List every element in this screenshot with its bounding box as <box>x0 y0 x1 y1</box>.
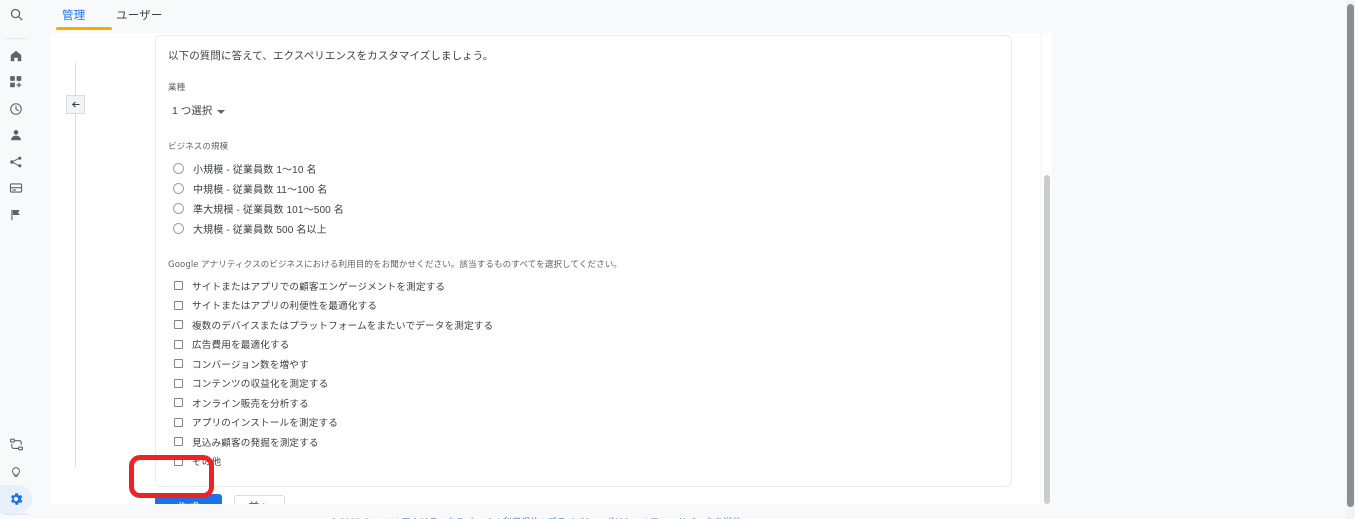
checkbox-label: 複数のデバイスまたはプラットフォームをまたいでデータを測定する <box>192 320 494 332</box>
checkbox-option[interactable]: その他 <box>168 452 1001 472</box>
checkbox-label: サイトまたはアプリでの顧客エンゲージメントを測定する <box>192 281 446 293</box>
page-scrollbar-thumb[interactable] <box>1347 4 1354 507</box>
radio-label: 大規模 - 従業員数 500 名以上 <box>193 224 327 236</box>
checkbox-option[interactable]: サイトまたはアプリでの顧客エンゲージメントを測定する <box>168 276 1001 296</box>
person-icon[interactable] <box>4 123 28 147</box>
page-scrollbar-track[interactable] <box>1346 0 1355 519</box>
radio-small-business[interactable] <box>173 162 184 174</box>
radio-option[interactable]: 準大規模 - 従業員数 101〜500 名 <box>168 198 1001 218</box>
tabbar-hairline <box>32 29 1355 30</box>
radio-large-business[interactable] <box>173 222 184 234</box>
left-icon-rail <box>0 0 32 519</box>
collapse-panel-button[interactable] <box>66 95 85 114</box>
rail-divider <box>6 38 26 39</box>
gear-icon[interactable] <box>4 487 28 511</box>
tab-users-label: ユーザー <box>116 10 163 22</box>
radio-option[interactable]: 中規模 - 従業員数 11〜100 名 <box>168 178 1001 198</box>
checkbox-label: オンライン販売を分析する <box>192 398 309 410</box>
checkbox-label: 広告費用を最適化する <box>192 340 290 352</box>
radio-medium-business[interactable] <box>173 182 184 194</box>
industry-select-value: 1 つ選択 <box>172 105 213 117</box>
checkbox-lead-generation[interactable] <box>174 437 183 447</box>
checkbox-label: 見込み顧客の発掘を測定する <box>192 437 319 449</box>
industry-label: 業種 <box>168 82 186 92</box>
inner-scrollbar-track[interactable] <box>1042 33 1052 504</box>
tab-admin[interactable]: 管理 <box>60 0 87 30</box>
checkbox-optimize-usability[interactable] <box>174 300 183 310</box>
industry-select[interactable]: 1 つ選択 <box>168 103 226 118</box>
footer: © 2023 Google | アナリティクス ホーム | 利用規約 | プライ… <box>32 512 1040 519</box>
radio-label: 中規模 - 従業員数 11〜100 名 <box>193 184 328 196</box>
search-icon[interactable] <box>4 2 28 26</box>
chevron-down-icon <box>217 109 226 114</box>
workflow-icon[interactable] <box>4 432 28 456</box>
checkbox-measure-engagement[interactable] <box>174 281 183 291</box>
radio-semi-large-business[interactable] <box>173 202 184 214</box>
checkbox-option[interactable]: 見込み顧客の発掘を測定する <box>168 432 1001 452</box>
radio-label: 準大規模 - 従業員数 101〜500 名 <box>193 204 344 216</box>
checkbox-increase-conversions[interactable] <box>174 359 183 369</box>
admin-card: 以下の質問に答えて、エクスペリエンスをカスタマイズしましょう。 業種 1 つ選択… <box>50 33 1040 519</box>
checkbox-analyze-online-sales[interactable] <box>174 398 183 408</box>
checkbox-option[interactable]: コンバージョン数を増やす <box>168 354 1001 374</box>
share-icon[interactable] <box>4 150 28 174</box>
checkbox-content-monetization[interactable] <box>174 378 183 388</box>
checkbox-optimize-ad-cost[interactable] <box>174 339 183 349</box>
ads-card-icon[interactable] <box>4 176 28 200</box>
setup-form-panel: 以下の質問に答えて、エクスペリエンスをカスタマイズしましょう。 業種 1 つ選択… <box>155 35 1012 487</box>
checkbox-label: コンバージョン数を増やす <box>192 359 309 371</box>
tab-bar: 管理 ユーザー <box>32 0 1355 30</box>
radio-option[interactable]: 小規模 - 従業員数 1〜10 名 <box>168 158 1001 178</box>
checkbox-label: その他 <box>192 457 222 469</box>
google-brand-word: Google <box>168 260 199 270</box>
checkbox-cross-device[interactable] <box>174 320 183 330</box>
home-icon[interactable] <box>4 44 28 68</box>
radio-label: 小規模 - 従業員数 1〜10 名 <box>193 164 317 176</box>
radio-option[interactable]: 大規模 - 従業員数 500 名以上 <box>168 218 1001 238</box>
tab-users[interactable]: ユーザー <box>114 0 165 30</box>
checkbox-option[interactable]: オンライン販売を分析する <box>168 393 1001 413</box>
flag-icon[interactable] <box>4 203 28 227</box>
business-size-label: ビジネスの規模 <box>168 141 229 151</box>
checkbox-label: サイトまたはアプリの利便性を最適化する <box>192 301 378 313</box>
reports-icon[interactable] <box>4 70 28 94</box>
purpose-question-text: Google アナリティクスのビジネスにおける利用目的をお聞かせください。該当す… <box>168 258 1001 270</box>
checkbox-option[interactable]: アプリのインストールを測定する <box>168 413 1001 433</box>
lightbulb-icon[interactable] <box>4 459 28 483</box>
checkbox-label: コンテンツの収益化を測定する <box>192 379 329 391</box>
purpose-question-rest: アナリティクスのビジネスにおける利用目的をお聞かせください。該当するものすべてを… <box>198 259 623 269</box>
checkbox-label: アプリのインストールを測定する <box>192 418 338 430</box>
checkbox-other[interactable] <box>174 456 183 466</box>
app-window: 管理 ユーザー 以下の質問に答えて、エクスペリエンスをカスタマイズしましょう。 … <box>0 0 1355 519</box>
tab-admin-label: 管理 <box>62 10 86 22</box>
checkbox-option[interactable]: コンテンツの収益化を測定する <box>168 374 1001 394</box>
checkbox-option[interactable]: 広告費用を最適化する <box>168 335 1001 355</box>
checkbox-option[interactable]: サイトまたはアプリの利便性を最適化する <box>168 296 1001 316</box>
rail-bottom-divider <box>3 513 29 515</box>
card-vertical-rule <box>75 63 76 467</box>
checkbox-measure-app-installs[interactable] <box>174 417 183 427</box>
checkbox-option[interactable]: 複数のデバイスまたはプラットフォームをまたいでデータを測定する <box>168 315 1001 335</box>
clock-icon[interactable] <box>4 97 28 121</box>
inner-scrollbar-thumb[interactable] <box>1044 175 1050 504</box>
form-intro-text: 以下の質問に答えて、エクスペリエンスをカスタマイズしましょう。 <box>168 50 494 62</box>
